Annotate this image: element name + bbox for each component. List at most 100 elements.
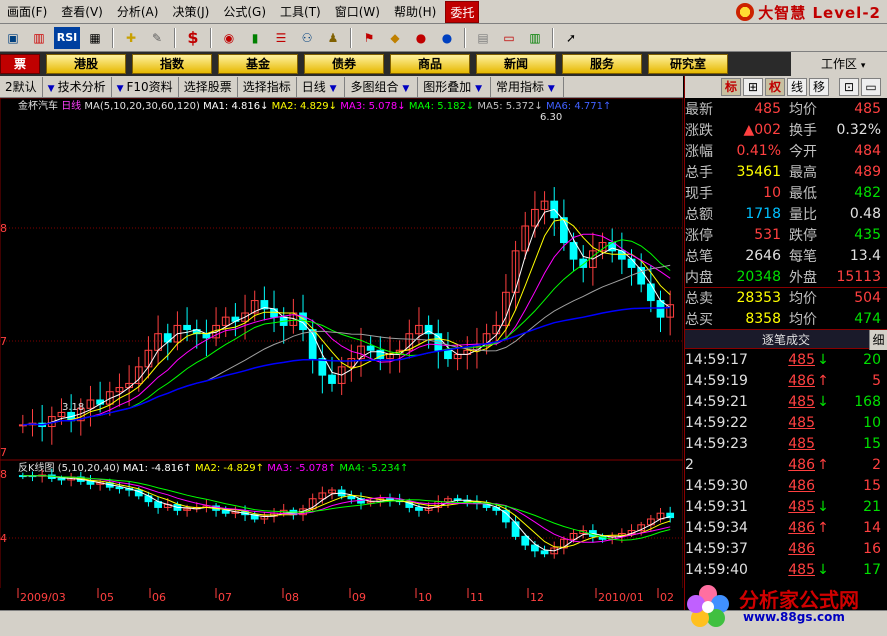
axis-label-8: 8 [0,222,7,235]
menu-help[interactable]: 帮助(H) [387,1,443,23]
nav-hk-stocks[interactable]: 港股 [46,54,126,74]
trade-time: 14:59:21 [685,393,748,410]
menu-trade[interactable]: 委托 [445,0,480,23]
trade-price: 485 [788,498,815,515]
quote-label: 总买 [685,311,713,328]
trade-volume: 14 [863,519,881,536]
workspace-label: 工作区 [821,57,858,71]
date-label: 05 [100,591,114,604]
quote-value-2: 0.32% [836,121,881,138]
window-toggle-icon[interactable]: ▭ [861,78,881,96]
quote-panel: 标 ⊞ 权 线 移 ⊡ ▭ 最新 485 均价 485 涨跌 ▲002 换手 0.32% 涨幅 0… [684,76,887,610]
quote-value: 35461 [736,163,781,180]
select-indicator-button[interactable]: 选择指标 [238,76,297,97]
quote-value-2: 484 [854,142,881,159]
expand-icon[interactable]: ⊡ [839,78,859,96]
axis-label-7: 7 [0,335,7,348]
quote-row: 总手 35461 最高 489 [685,161,887,182]
select-stock-button[interactable]: 选择股票 [179,76,238,97]
trade-price: 485 [788,435,815,452]
binoculars-icon[interactable]: ⚇ [296,27,318,49]
quote-value: 28353 [736,290,781,306]
menu-window[interactable]: 窗口(W) [328,1,387,23]
kline-svg[interactable]: 877843金杯汽车 日线 MA(5,10,20,30,60,120) MA1:… [0,97,684,611]
dropdown-arrow-icon: ▼ [475,83,483,94]
diamond-icon[interactable]: ◆ [384,27,406,49]
grid-icon[interactable]: ▦ [84,27,106,49]
trade-row: 14:59:37 486 16 [685,538,887,559]
trade-price: 485 [788,561,815,578]
trade-direction-icon: ↓ [817,498,829,515]
dropdown-arrow-icon: ▼ [47,83,55,94]
detail-button[interactable]: 细 [869,330,887,350]
legend-ma6: MA6: 4.771↑ [546,101,611,112]
sub-candle-body [540,550,549,555]
people-icon[interactable]: ♟ [322,27,344,49]
nav-news[interactable]: 新闻 [476,54,556,74]
menu-formula[interactable]: 公式(G) [216,1,273,23]
period-select[interactable]: 日线 ▼ [297,76,346,97]
nav-stocks[interactable]: 票 [0,54,40,74]
date-label: 2010/01 [598,591,644,604]
nav-commodities[interactable]: 商品 [390,54,470,74]
rsi-button[interactable]: RSI [54,26,80,49]
nav-research[interactable]: 研究室 [648,54,728,74]
tech-analysis-button[interactable]: ▼ 技术分析 [43,76,112,97]
nav-bonds[interactable]: 债券 [304,54,384,74]
quote-row: 涨幅 0.41% 今开 484 [685,140,887,161]
menu-view-screen[interactable]: 画面(F) [0,1,54,23]
help-pointer-icon[interactable]: ➚ [560,27,582,49]
trade-price: 485 [788,414,815,431]
menu-decision[interactable]: 决策(J) [165,1,216,23]
tab-line[interactable]: 线 [787,78,807,96]
tab-mark[interactable]: 标 [721,78,741,96]
workspace-tab[interactable]: 工作区 ▾ [791,52,887,76]
window-icon[interactable]: ▭ [498,27,520,49]
trade-price: 485 [788,393,815,410]
trade-row: 14:59:19 486 ↑ 5 [685,370,887,391]
tab-move[interactable]: 移 [809,78,829,96]
chart-icon[interactable]: ▥ [28,27,50,49]
list-icon[interactable]: ☰ [270,27,292,49]
dollar-icon[interactable]: $ [182,27,204,49]
books-icon[interactable]: ▥ [524,27,546,49]
trade-direction-icon: ↓ [817,393,829,410]
toolbar-separator [210,27,212,48]
bars-icon[interactable]: ▮ [244,27,266,49]
trade-volume: 20 [863,351,881,368]
candle-body [183,324,191,331]
calendar-icon[interactable]: ▤ [472,27,494,49]
quote-value: ▲002 [743,121,782,138]
f10-button[interactable]: ▼ F10资料 [112,76,179,97]
kline-chart-area[interactable]: 877843金杯汽车 日线 MA(5,10,20,30,60,120) MA1:… [0,97,684,611]
tab-grid[interactable]: ⊞ [743,78,763,96]
menu-view[interactable]: 查看(V) [54,1,110,23]
quote-row: 总笔 2646 每笔 13.4 [685,245,887,266]
quote-value: 10 [763,184,781,201]
nav-services[interactable]: 服务 [562,54,642,74]
crosshair-icon[interactable]: ✚ [120,27,142,49]
sub-axis-label-8: 8 [0,468,7,481]
date-label: 11 [470,591,484,604]
lens-icon[interactable]: ● [436,27,458,49]
main-frame [0,97,684,461]
overlay-button[interactable]: 图形叠加 ▼ [418,76,492,97]
nav-funds[interactable]: 基金 [218,54,298,74]
nav-index[interactable]: 指数 [132,54,212,74]
common-indicator-label: 常用指标 [496,79,545,94]
eye-icon[interactable]: ◉ [218,27,240,49]
tab-rights[interactable]: 权 [765,78,785,96]
common-indicator-button[interactable]: 常用指标 ▼ [491,76,564,97]
multi-chart-button[interactable]: 多图组合 ▼ [345,76,419,97]
site-watermark: 分析家公式网 www.88gs.com [683,582,883,632]
menu-tools[interactable]: 工具(T) [273,1,328,23]
legend-ma3: MA3: 5.078↓ [340,101,405,112]
layout-default-select[interactable]: 2默认 [0,76,43,97]
ruler-icon[interactable]: ✎ [146,27,168,49]
trade-time: 14:59:23 [685,435,748,452]
quote-value-2: 435 [854,226,881,243]
flag-icon[interactable]: ⚑ [358,27,380,49]
monitor-icon[interactable]: ▣ [2,27,24,49]
globe-icon[interactable]: ● [410,27,432,49]
menu-analysis[interactable]: 分析(A) [110,1,166,23]
